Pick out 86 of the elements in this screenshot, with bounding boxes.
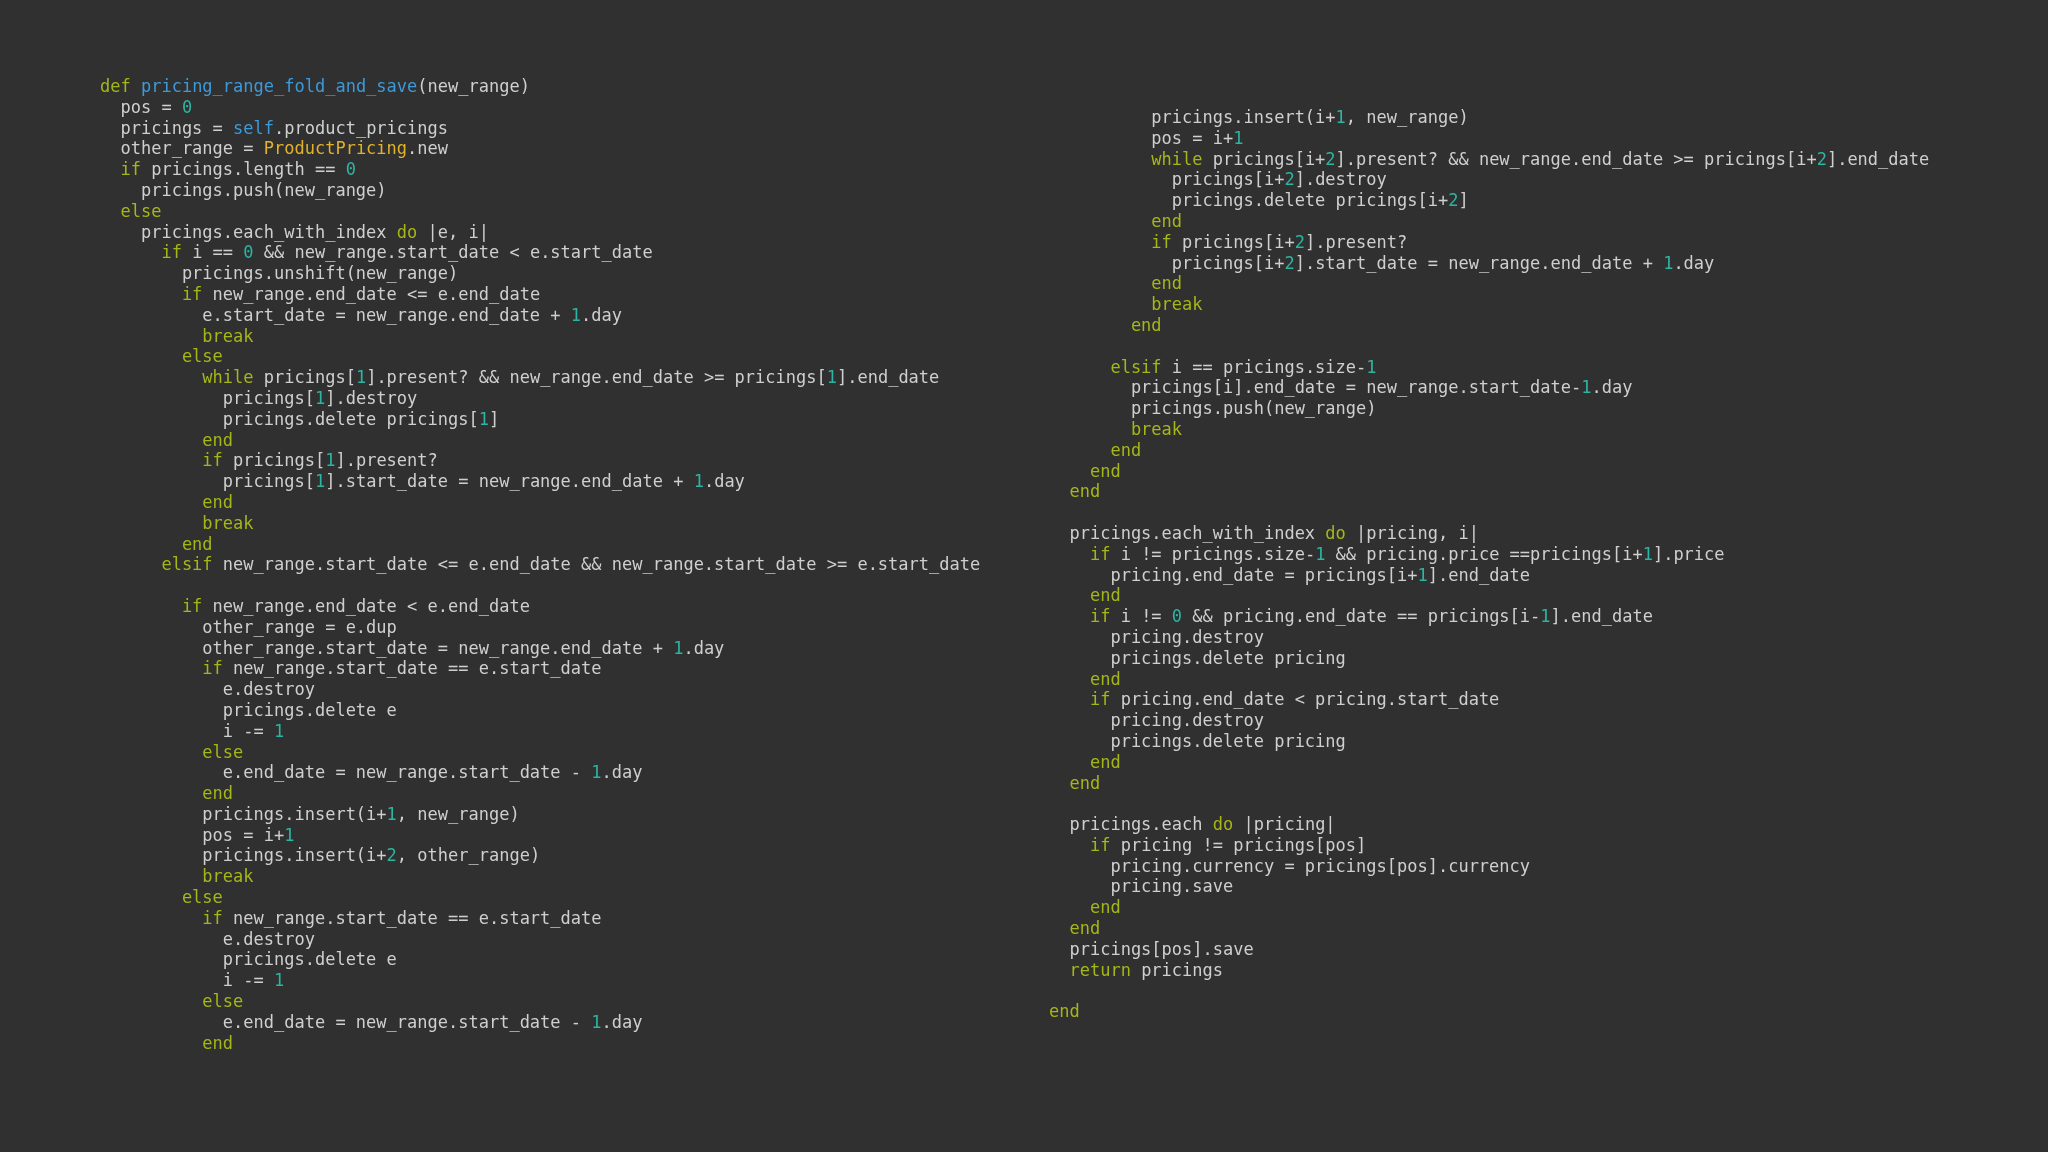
code-line: pricing.save [1109, 876, 1235, 898]
code-line: end [1088, 460, 1122, 482]
code-line: break [201, 325, 255, 347]
code-line: end [1049, 1001, 1081, 1023]
code-line: else [180, 346, 224, 368]
code-line: pos = i+1 [201, 824, 296, 846]
code-line: other_range = e.dup [201, 616, 398, 638]
code-line: pricings[pos].save [1068, 938, 1255, 960]
code-line: other_range.start_date = new_range.end_date + 1.day [201, 637, 726, 659]
code-line: e.end_date = new_range.start_date - 1.day [221, 1011, 644, 1033]
code-line: if new_range.start_date == e.start_date [201, 658, 603, 680]
code-line: pricings.each_with_index do |pricing, i| [1068, 522, 1480, 544]
code-line: if new_range.end_date <= e.end_date [180, 283, 542, 305]
code-line: if pricings[1].present? [201, 450, 439, 472]
code-line: pricings.delete pricing [1109, 730, 1347, 752]
code-line: if new_range.start_date == e.start_date [201, 907, 603, 929]
code-line: e.start_date = new_range.end_date + 1.day [201, 304, 623, 326]
code-line: pricings.insert(i+1, new_range) [201, 803, 521, 825]
code-line: end [1109, 439, 1143, 461]
code-line: pricings.delete pricings[i+2] [1170, 190, 1470, 211]
code-line: pricings[1].destroy [221, 387, 419, 409]
code-line: end [201, 491, 235, 513]
code-line: pricings.delete pricings[1] [221, 408, 501, 430]
code-line: else [201, 741, 245, 763]
code-line: pos = i+1 [1150, 127, 1245, 149]
code-line: e.destroy [221, 679, 316, 700]
code-line: pricings.each do |pricing| [1068, 814, 1337, 835]
code-line: def pricing_range_fold_and_save(new_range) [100, 76, 531, 97]
code-line: while pricings[i+2].present? && new_range.end_date >= pricings[i+2].end_date [1150, 148, 1930, 170]
code-line: end [1129, 314, 1163, 336]
code-line: pricings.push(new_range) [1129, 398, 1378, 419]
code-line: while pricings[1].present? && new_range.end_date >= pricings[1].end_date [201, 367, 941, 388]
code-line: end [1150, 273, 1184, 295]
code-line: end [1088, 585, 1122, 607]
code-line: break [1150, 294, 1204, 315]
code-line: other_range = ProductPricing.new [119, 138, 449, 160]
code-line: if i != pricings.size-1 && pricing.price ==pricings[i+1].price [1088, 543, 1726, 565]
code-line: if pricing != pricings[pos] [1088, 834, 1368, 856]
code-line: pricing.end_date = pricings[i+1].end_date [1109, 564, 1532, 586]
code-line: pricings.delete e [221, 699, 398, 721]
code-line: e.destroy [221, 928, 316, 950]
code-line: end [201, 783, 235, 804]
code-line: break [201, 866, 255, 888]
code-line: pos = 0 [119, 96, 194, 118]
code-line: pricings.delete pricing [1109, 647, 1347, 669]
code-line: end [1088, 751, 1122, 773]
code-line: break [201, 512, 255, 534]
code-line: if new_range.end_date < e.end_date [180, 595, 531, 617]
code-line: pricing.destroy [1109, 626, 1265, 648]
code-line: pricings.insert(i+2, other_range) [201, 845, 542, 867]
code-line: else [201, 991, 245, 1012]
code-line: end [1088, 897, 1122, 919]
code-line: end [1068, 918, 1102, 939]
code-line: pricings.each_with_index do |e, i| [139, 221, 490, 243]
code-line: pricings.unshift(new_range) [180, 263, 460, 284]
code-line: else [119, 200, 163, 222]
code-line: elsif i == pricings.size-1 [1109, 356, 1378, 378]
code-line: if pricing.end_date < pricing.start_date [1088, 689, 1501, 711]
code-line: end [1068, 772, 1102, 794]
code-line: pricings = self.product_pricings [119, 117, 449, 139]
code-line: end [201, 1032, 235, 1054]
code-line: pricing.destroy [1109, 710, 1265, 731]
code-line: else [180, 887, 224, 908]
code-line: pricings.insert(i+1, new_range) [1150, 107, 1470, 128]
code-line: pricings.push(new_range) [139, 180, 388, 201]
code-line: i -= 1 [221, 970, 286, 992]
code-line: pricings[i+2].destroy [1170, 169, 1388, 191]
code-line: end [1068, 481, 1102, 503]
code-line: pricings.delete e [221, 949, 398, 971]
code-line: i -= 1 [221, 720, 286, 742]
code-line: if i == 0 && new_range.start_date < e.start_date [160, 242, 654, 264]
code-line: break [1129, 418, 1184, 440]
code-line: return pricings [1068, 959, 1224, 981]
code-line: end [201, 429, 235, 451]
code-line: elsif new_range.start_date <= e.end_date && new_range.start_date >= e.start_date [160, 554, 982, 576]
code-line: e.end_date = new_range.start_date - 1.day [221, 762, 644, 784]
code-line: end [1150, 211, 1184, 232]
code-line: if pricings[i+2].present? [1150, 231, 1409, 253]
code-line: if i != 0 && pricing.end_date == pricings[i-1].end_date [1088, 606, 1654, 627]
code-line: if pricings.length == 0 [119, 159, 357, 180]
code-line: pricings[i+2].start_date = new_range.end_date + 1.day [1170, 252, 1716, 274]
code-line: end [1088, 668, 1122, 690]
code-line: end [180, 533, 214, 555]
code-line: pricings[1].start_date = new_range.end_date + 1.day [221, 471, 746, 492]
code-line: pricing.currency = pricings[pos].currency [1109, 855, 1532, 877]
code-line: pricings[i].end_date = new_range.start_date-1.day [1129, 377, 1634, 399]
